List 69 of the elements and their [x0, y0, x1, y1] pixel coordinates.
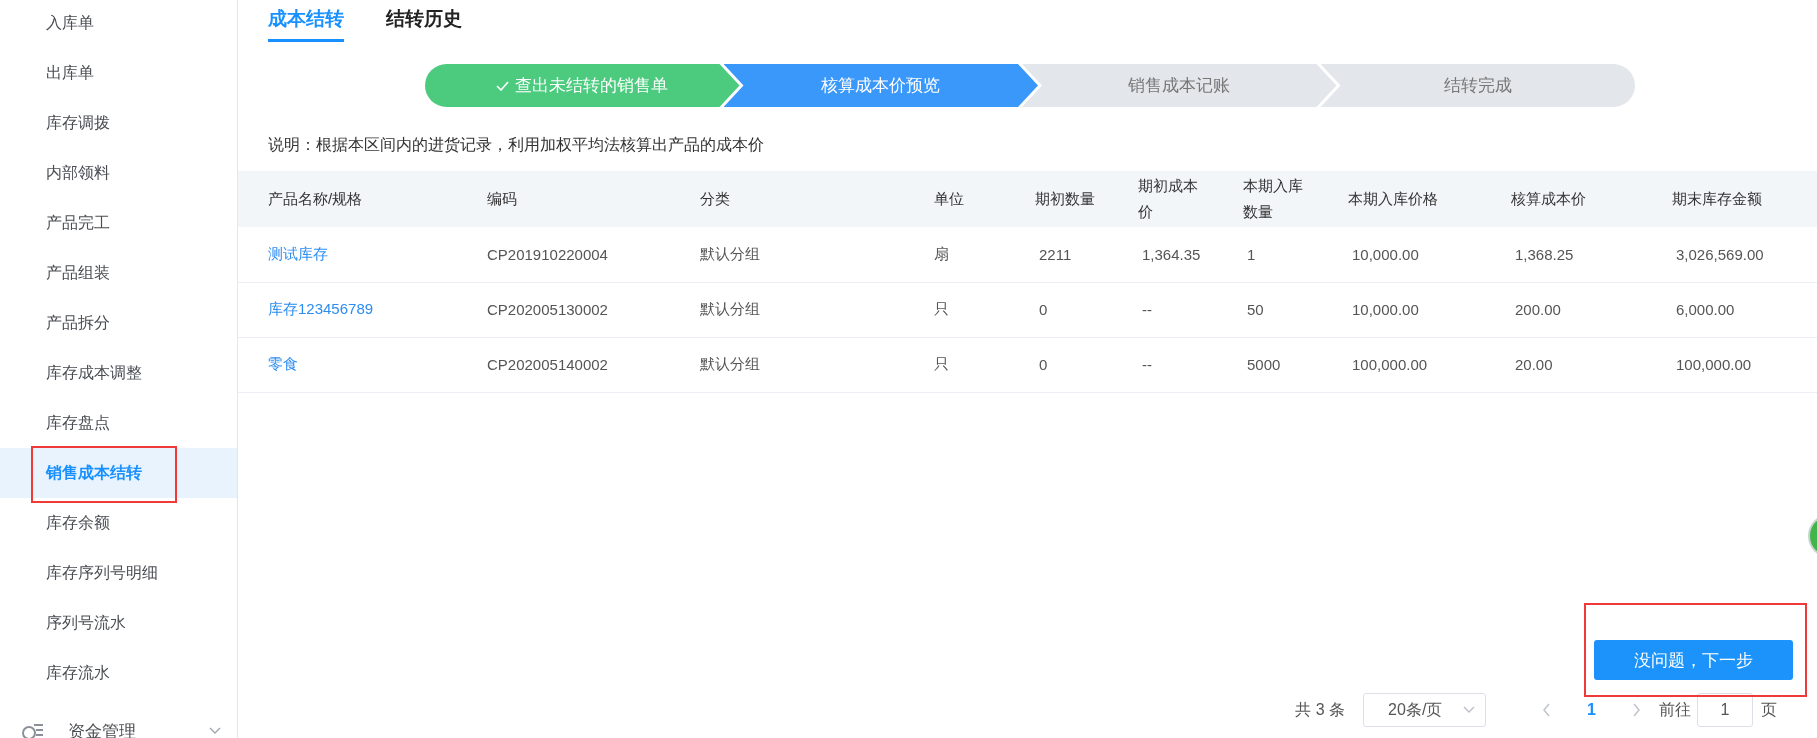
column-header: 期末库存金额: [1642, 171, 1817, 227]
table-cell: 100,000.00: [1676, 356, 1752, 373]
table-cell: 6,000.00: [1676, 301, 1735, 318]
table-cell: 0: [1039, 356, 1048, 373]
table-cell: --: [1142, 301, 1152, 318]
sidebar-item[interactable]: 库存序列号明细: [0, 548, 237, 598]
table-cell: 扇: [934, 244, 949, 262]
column-header: 分类: [670, 171, 904, 227]
column-header: 单位: [904, 171, 1005, 227]
step: 查出未结转的销售单: [425, 64, 740, 107]
sidebar-item[interactable]: 出库单: [0, 48, 237, 98]
sidebar-group[interactable]: 资金管理: [68, 719, 209, 738]
table-cell: 200.00: [1515, 301, 1561, 318]
table-cell: 20.00: [1515, 356, 1553, 373]
table-cell: 0: [1039, 301, 1048, 318]
product-link[interactable]: 库存123456789: [268, 300, 374, 317]
column-header: 期初成本价: [1108, 171, 1213, 227]
table-cell: 100,000.00: [1352, 356, 1428, 373]
tab[interactable]: 结转历史: [386, 6, 462, 42]
table-cell: CP202005130002: [487, 301, 608, 318]
goto-label: 前往: [1659, 699, 1691, 720]
next-page-icon[interactable]: [1632, 703, 1641, 717]
table-cell: 默认分组: [700, 355, 760, 372]
sidebar-item[interactable]: 入库单: [0, 0, 237, 48]
check-icon: [496, 80, 510, 91]
table-cell: --: [1142, 356, 1152, 373]
caret-icon: [1463, 706, 1476, 714]
product-link[interactable]: 零食: [268, 355, 298, 372]
sidebar-item[interactable]: 库存调拨: [0, 98, 237, 148]
column-header: 期初数量: [1005, 171, 1108, 227]
page-input[interactable]: 1: [1697, 693, 1753, 727]
sidebar-item[interactable]: 库存余额: [0, 498, 237, 548]
sidebar-item[interactable]: 内部领料: [0, 148, 237, 198]
sidebar-item[interactable]: 库存成本调整: [0, 348, 237, 398]
sidebar-item[interactable]: 库存流水: [0, 648, 237, 698]
table-cell: 2211: [1039, 245, 1072, 263]
step: 销售成本记账: [1022, 64, 1337, 107]
table-cell: 1,368.25: [1515, 245, 1574, 263]
table-cell: 默认分组: [700, 300, 760, 317]
page-suffix: 页: [1761, 699, 1777, 720]
table-cell: CP201910220004: [487, 245, 608, 263]
sidebar-item[interactable]: 产品组装: [0, 248, 237, 298]
table-cell: 只: [934, 300, 949, 317]
column-header: 本期入库价格: [1318, 171, 1481, 227]
table-cell: 默认分组: [700, 244, 760, 262]
sidebar-item[interactable]: 序列号流水: [0, 598, 237, 648]
step: 核算成本价预览: [723, 64, 1038, 107]
column-header: 产品名称/规格: [238, 171, 457, 227]
description-text: 说明：根据本区间内的进货记录，利用加权平均法核算出产品的成本价: [267, 135, 765, 155]
page-size-select[interactable]: 20条/页: [1363, 693, 1487, 727]
total-count: 共 3 条: [1295, 699, 1346, 720]
table-cell: 10,000.00: [1352, 301, 1419, 318]
table-cell: 1: [1247, 245, 1256, 263]
table-cell: 50: [1247, 301, 1264, 318]
table-cell: 5000: [1247, 356, 1281, 373]
table-cell: 10,000.00: [1352, 245, 1419, 263]
product-link[interactable]: 测试库存: [268, 244, 328, 262]
previous-page-icon[interactable]: [1542, 703, 1552, 717]
table-cell: CP202005140002: [487, 356, 608, 373]
column-header: 核算成本价: [1481, 171, 1642, 227]
sidebar-item[interactable]: 库存盘点: [0, 398, 237, 448]
table-cell: 只: [934, 355, 949, 372]
sidebar-item[interactable]: 产品完工: [0, 198, 237, 248]
column-header: 编码: [457, 171, 670, 227]
column-header: 本期入库数量: [1213, 171, 1318, 227]
step: 结转完成: [1320, 64, 1635, 107]
table-cell: 3,026,569.00: [1676, 245, 1764, 263]
table-cell: 1,364.35: [1142, 245, 1201, 263]
sidebar-item[interactable]: 产品拆分: [0, 298, 237, 348]
